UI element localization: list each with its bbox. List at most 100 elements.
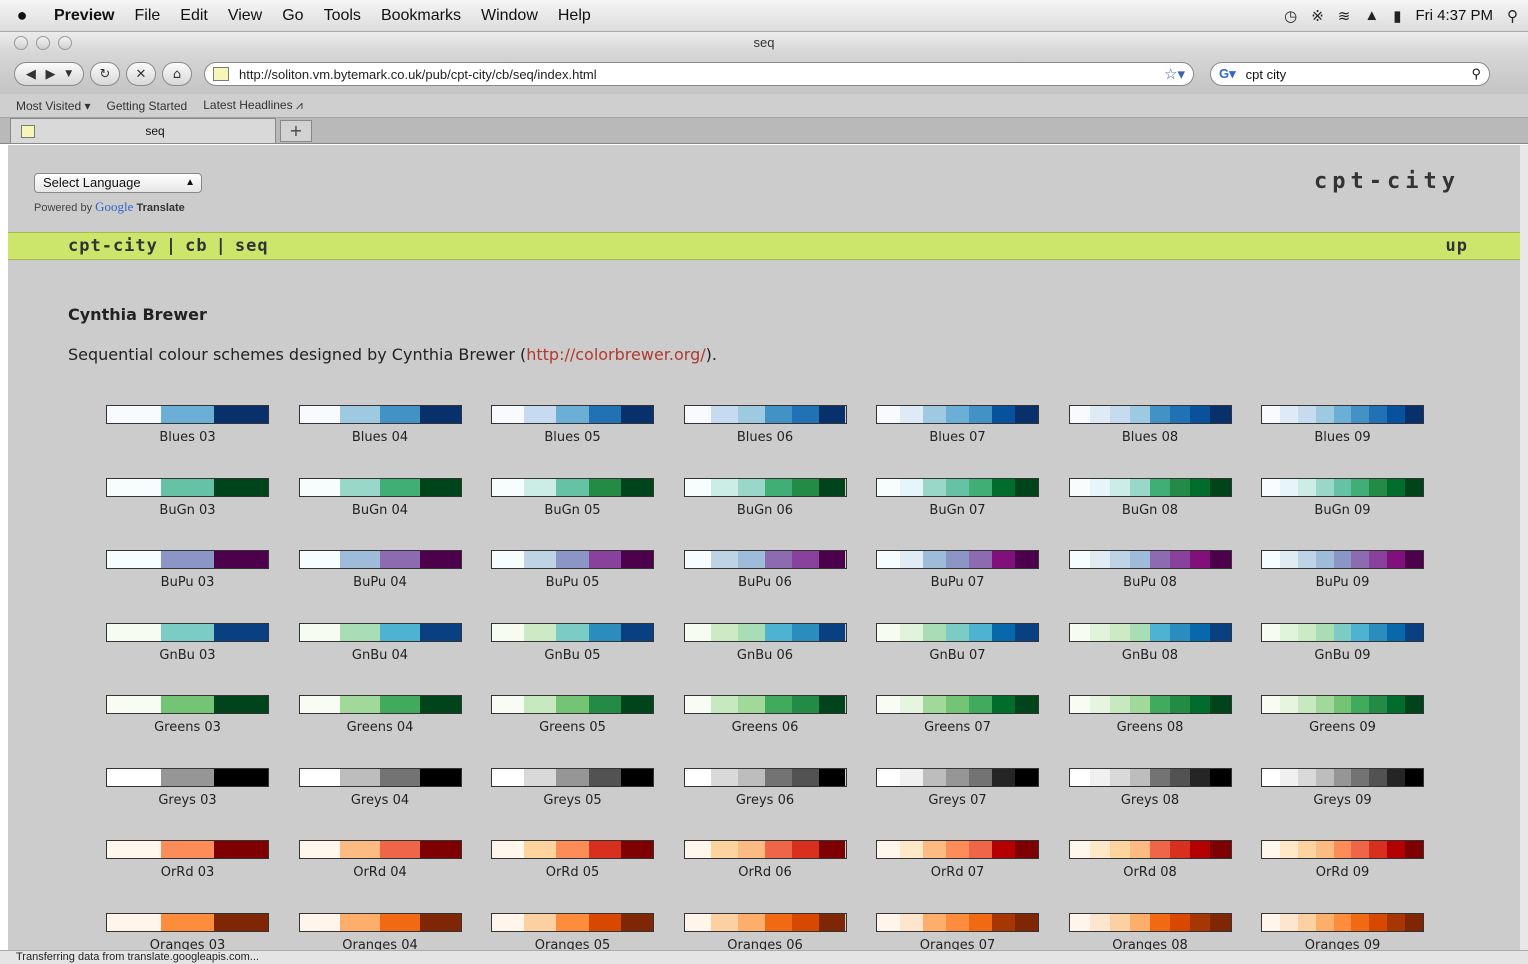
palette-greens-08[interactable]: Greens 08 [1068,695,1232,735]
vertical-scrollbar[interactable] [1520,145,1528,950]
search-input[interactable]: cpt city [1246,67,1472,82]
palette-bupu-06[interactable]: BuPu 06 [683,550,847,590]
back-arrow-icon[interactable]: ◀ [26,67,36,82]
palette-label[interactable]: GnBu 09 [1261,648,1424,663]
palette-label[interactable]: BuGn 06 [684,503,847,518]
palette-label[interactable]: Blues 04 [299,430,462,445]
palette-swatch[interactable] [106,912,269,932]
palette-greens-04[interactable]: Greens 04 [298,695,462,735]
palette-label[interactable]: Oranges 07 [876,938,1039,951]
minimize-window-button[interactable] [36,36,50,50]
palette-swatch[interactable] [683,477,847,497]
palette-greens-07[interactable]: Greens 07 [876,695,1039,735]
palette-swatch[interactable] [1261,767,1424,787]
palette-swatch[interactable] [1068,840,1232,859]
bookmark-getting-started[interactable]: Getting Started [107,99,188,113]
palette-bupu-07[interactable]: BuPu 07 [876,550,1039,590]
menu-help[interactable]: Help [548,7,601,25]
palette-label[interactable]: Greens 09 [1261,720,1424,735]
palette-swatch[interactable] [491,622,654,642]
palette-blues-07[interactable]: Blues 07 [876,405,1039,445]
palette-bupu-09[interactable]: BuPu 09 [1261,550,1424,590]
palette-label[interactable]: Greys 04 [299,793,462,808]
palette-bugn-04[interactable]: BuGn 04 [298,477,462,518]
palette-swatch[interactable] [491,767,654,787]
clock[interactable]: Fri 4:37 PM [1415,7,1493,24]
palette-greys-05[interactable]: Greys 05 [491,767,654,808]
palette-greens-09[interactable]: Greens 09 [1261,695,1424,735]
palette-swatch[interactable] [491,912,654,932]
breadcrumb-cpt-city[interactable]: cpt-city [68,236,158,256]
palette-swatch[interactable] [683,622,847,642]
palette-label[interactable]: BuPu 05 [491,575,654,590]
palette-swatch[interactable] [1261,840,1424,859]
palette-swatch[interactable] [1261,695,1424,714]
palette-label[interactable]: BuGn 04 [299,503,462,518]
palette-label[interactable]: Blues 06 [684,430,847,445]
palette-swatch[interactable] [683,840,847,859]
wifi-icon[interactable]: ≋ [1338,7,1351,25]
palette-label[interactable]: OrRd 06 [684,865,847,880]
site-brand[interactable]: cpt-city [1314,169,1460,194]
palette-swatch[interactable] [1261,550,1424,569]
palette-label[interactable]: GnBu 04 [299,648,462,663]
palette-label[interactable]: Greys 06 [684,793,847,808]
palette-label[interactable]: OrRd 03 [106,865,269,880]
palette-swatch[interactable] [298,622,462,642]
zoom-window-button[interactable] [58,36,72,50]
palette-swatch[interactable] [491,405,654,424]
palette-bupu-04[interactable]: BuPu 04 [298,550,462,590]
palette-label[interactable]: Greens 06 [684,720,847,735]
palette-label[interactable]: BuGn 07 [876,503,1039,518]
bookmark-star-icon[interactable]: ☆▾ [1164,65,1185,83]
palette-swatch[interactable] [876,695,1039,714]
palette-swatch[interactable] [298,477,462,497]
palette-label[interactable]: Greys 03 [106,793,269,808]
palette-bugn-08[interactable]: BuGn 08 [1068,477,1232,518]
palette-swatch[interactable] [106,550,269,569]
palette-swatch[interactable] [106,622,269,642]
palette-swatch[interactable] [491,840,654,859]
palette-label[interactable]: Oranges 06 [684,938,847,951]
palette-blues-06[interactable]: Blues 06 [683,405,847,445]
palette-oranges-09[interactable]: Oranges 09 [1261,912,1424,950]
palette-label[interactable]: BuPu 09 [1261,575,1424,590]
palette-oranges-05[interactable]: Oranges 05 [491,912,654,950]
new-tab-button[interactable]: + [280,120,312,142]
palette-bugn-06[interactable]: BuGn 06 [683,477,847,518]
palette-label[interactable]: GnBu 06 [684,648,847,663]
palette-swatch[interactable] [1068,405,1232,424]
palette-label[interactable]: Blues 03 [106,430,269,445]
palette-label[interactable]: Greys 05 [491,793,654,808]
palette-blues-04[interactable]: Blues 04 [298,405,462,445]
palette-gnbu-03[interactable]: GnBu 03 [106,622,269,663]
menu-preview[interactable]: Preview [44,7,124,25]
google-search-engine-icon[interactable]: G▾ [1219,66,1236,82]
palette-bugn-03[interactable]: BuGn 03 [106,477,269,518]
palette-label[interactable]: BuGn 05 [491,503,654,518]
back-forward-buttons[interactable]: ◀ ▶ ▼ [14,62,84,86]
palette-swatch[interactable] [1261,405,1424,424]
palette-swatch[interactable] [683,912,847,932]
palette-swatch[interactable] [876,622,1039,642]
palette-label[interactable]: Greys 08 [1069,793,1232,808]
palette-swatch[interactable] [491,550,654,569]
stop-button[interactable]: ✕ [126,62,156,86]
language-select[interactable]: Select Language ▲ [34,173,202,193]
palette-label[interactable]: Greys 09 [1261,793,1424,808]
palette-label[interactable]: Blues 07 [876,430,1039,445]
palette-label[interactable]: BuGn 08 [1069,503,1232,518]
breadcrumb-cb[interactable]: cb [185,236,207,256]
spotlight-search-icon[interactable]: ⚲ [1507,7,1518,25]
palette-greys-06[interactable]: Greys 06 [683,767,847,808]
palette-label[interactable]: GnBu 08 [1069,648,1232,663]
time-machine-icon[interactable]: ◷ [1284,7,1297,25]
palette-swatch[interactable] [1261,477,1424,497]
menu-tools[interactable]: Tools [314,7,371,25]
palette-gnbu-05[interactable]: GnBu 05 [491,622,654,663]
palette-label[interactable]: BuPu 03 [106,575,269,590]
tab-seq[interactable]: seq [10,118,276,143]
palette-label[interactable]: GnBu 05 [491,648,654,663]
palette-swatch[interactable] [106,695,269,714]
palette-label[interactable]: BuPu 06 [684,575,847,590]
